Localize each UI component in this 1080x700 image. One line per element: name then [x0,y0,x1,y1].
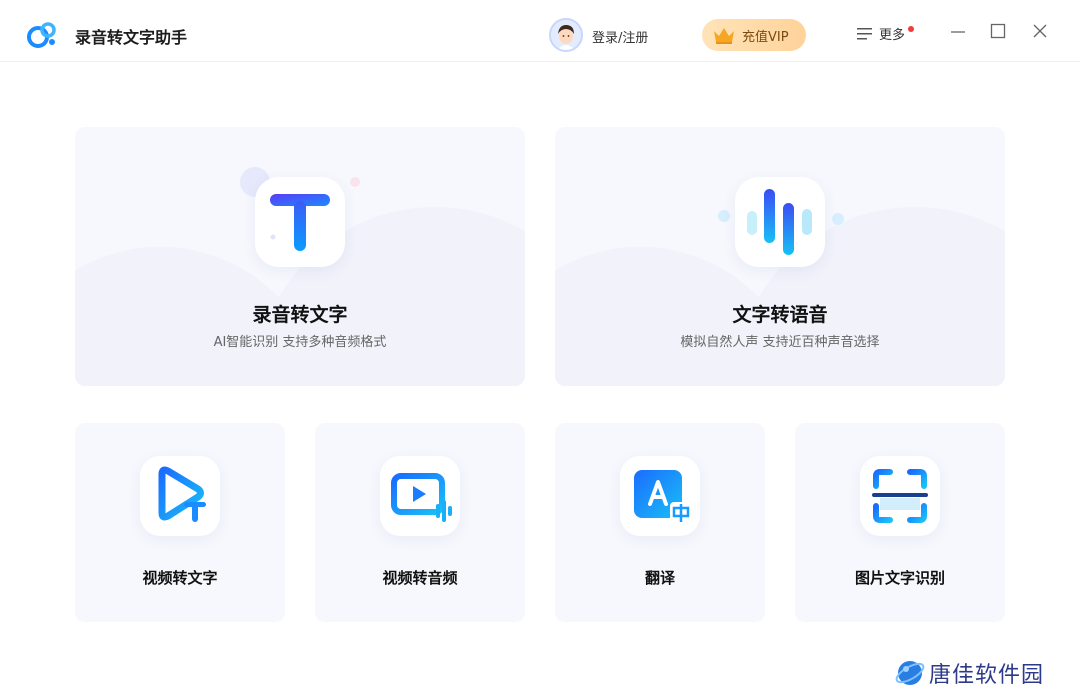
decor-dot [350,177,360,187]
menu-lines-icon [857,27,872,39]
app-title: 录音转文字助手 [75,28,188,47]
audio-to-text-card[interactable]: 录音转文字 AI智能识别 支持多种音频格式 [75,127,525,386]
sound-wave-icon [747,189,812,255]
video-to-audio-icon-box [380,456,460,536]
audio-to-text-title: 录音转文字 [252,304,348,326]
user-avatar[interactable] [549,18,583,52]
avatar-icon [551,20,581,50]
video-audio-icon [391,473,452,522]
translate-card[interactable]: 翻译 [555,423,765,622]
title-bar: 录音转文字助手 登录/注册 充值VIP 更多 [0,0,1080,62]
text-to-speech-card[interactable]: 文字转语音 模拟自然人声 支持近百种声音选择 [555,127,1005,386]
video-to-audio-card[interactable]: 视频转音频 [315,423,525,622]
globe-logo-icon [895,661,925,685]
audio-to-text-subtitle: AI智能识别 支持多种音频格式 [213,335,387,350]
video-to-text-icon-box [140,456,220,536]
watermark-text: 唐佳软件园 [929,663,1045,688]
video-to-audio-title: 视频转音频 [382,569,458,587]
video-play-text-icon [158,466,206,522]
minimize-icon[interactable] [949,22,967,40]
image-ocr-title: 图片文字识别 [854,569,945,587]
video-to-text-card[interactable]: 视频转文字 [75,423,285,622]
recharge-vip-button[interactable]: 充值VIP [702,19,806,51]
image-ocr-icon-box [860,456,940,536]
more-label: 更多 [879,28,906,43]
scan-icon [872,469,928,523]
app-logo-icon [27,22,56,48]
decor-dot [718,210,730,222]
notification-dot [908,25,915,32]
image-ocr-card[interactable]: 图片文字识别 [795,423,1005,622]
watermark: 唐佳软件园 [895,657,1044,689]
audio-to-text-icon-box [255,177,345,267]
video-to-text-title: 视频转文字 [142,569,218,587]
vip-label: 充值VIP [742,29,789,45]
crown-icon [714,28,734,44]
text-to-speech-icon-box [735,177,825,267]
translate-icon-box [620,456,700,536]
translate-title: 翻译 [644,569,675,587]
maximize-icon[interactable] [989,22,1007,40]
more-menu-button[interactable]: 更多 [857,24,915,43]
text-t-icon [270,194,330,251]
translate-icon [634,470,692,524]
close-icon[interactable] [1031,22,1049,40]
text-to-speech-title: 文字转语音 [732,304,828,326]
decor-dot [832,213,844,225]
login-register-link[interactable]: 登录/注册 [592,27,648,46]
text-to-speech-subtitle: 模拟自然人声 支持近百种声音选择 [680,335,880,350]
